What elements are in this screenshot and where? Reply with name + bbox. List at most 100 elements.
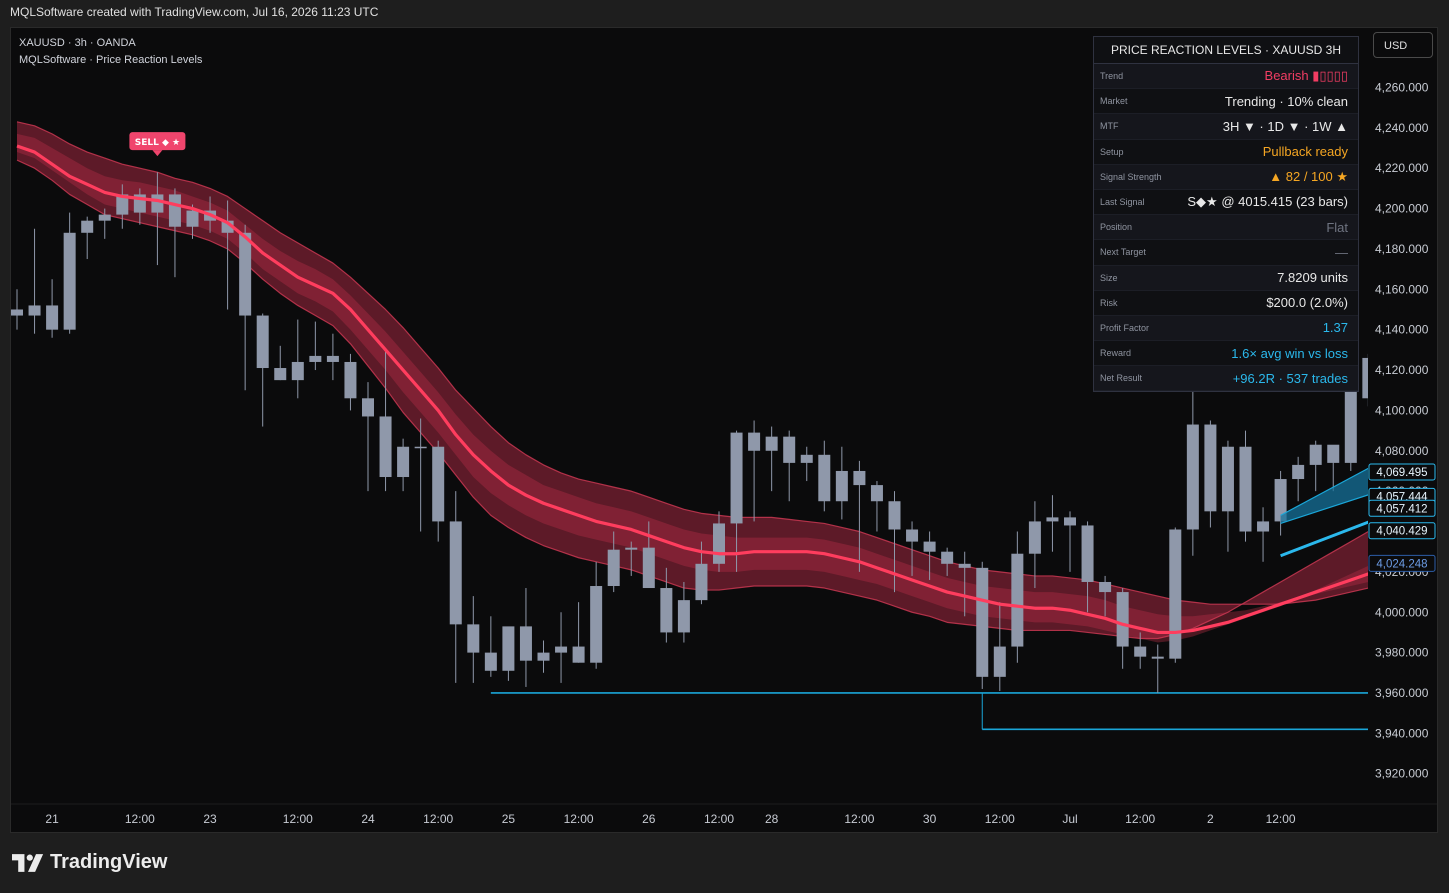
dashboard-row-label: Risk <box>1100 297 1118 308</box>
price-axis-tick: 4,260.000 <box>1375 80 1429 94</box>
candle-body <box>765 436 778 451</box>
legend-indicator[interactable]: MQLSoftware · Price Reaction Levels <box>19 52 202 69</box>
chart-area[interactable]: SELL ◆ ★ 3,920.000 3,940.000 3,960.000 3,980… <box>10 27 1438 833</box>
dashboard-row-label: Last Signal <box>1100 197 1145 208</box>
indicator-dashboard: PRICE REACTION LEVELS · XAUUSD 3H Trend B… <box>1093 36 1359 393</box>
candle-body <box>414 446 427 449</box>
candle-body <box>379 416 392 478</box>
price-axis-tick: 4,080.000 <box>1375 444 1429 458</box>
dashboard-row-label: Size <box>1100 272 1118 283</box>
time-axis-tick: 12:00 <box>1266 812 1296 826</box>
time-axis-tick: 12:00 <box>704 812 734 826</box>
candle-body <box>1221 446 1234 512</box>
currency-button[interactable]: USD <box>1373 32 1433 58</box>
time-axis-tick: Jul <box>1062 812 1077 826</box>
candle-body <box>1046 517 1059 522</box>
dashboard-row: Last Signal S◆★ @ 4015.415 (23 bars) <box>1094 190 1358 216</box>
candle-body <box>168 194 181 227</box>
dashboard-row-value: S◆★ @ 4015.415 (23 bars) <box>1187 194 1348 210</box>
dashboard-row: Reward 1.6× avg win vs loss <box>1094 341 1358 367</box>
candle-body <box>467 624 480 653</box>
candle-body <box>432 446 445 522</box>
time-axis-tick: 12:00 <box>125 812 155 826</box>
candle-body <box>1134 646 1147 657</box>
candle-body <box>941 551 954 564</box>
price-tag-text: 4,040.429 <box>1376 526 1427 538</box>
candle-body <box>870 485 883 502</box>
dashboard-row-value: +96.2R · 537 trades <box>1232 370 1348 386</box>
time-axis-tick: 12:00 <box>564 812 594 826</box>
candle-body <box>46 305 59 330</box>
dashboard-row-label: Setup <box>1100 146 1124 157</box>
time-axis-tick: 12:00 <box>1125 812 1155 826</box>
time-axis-tick: 23 <box>203 812 217 826</box>
candle-body <box>151 194 164 213</box>
candle-body <box>344 361 357 399</box>
price-axis-tick: 4,140.000 <box>1375 323 1429 337</box>
candle-body <box>519 626 532 661</box>
dashboard-row-label: Net Result <box>1100 373 1143 384</box>
dashboard-row: Next Target — <box>1094 240 1358 266</box>
candle-body <box>274 368 287 381</box>
dashboard-row-label: Next Target <box>1100 247 1146 258</box>
candle-body <box>1169 529 1182 659</box>
dashboard-row-value: 1.37 <box>1322 320 1348 336</box>
price-axis-tick: 3,960.000 <box>1375 686 1429 700</box>
candle-body <box>555 646 568 653</box>
dashboard-row-value: $200.0 (2.0%) <box>1266 295 1348 311</box>
dashboard-row-label: Profit Factor <box>1100 322 1150 333</box>
candle-body <box>239 232 252 316</box>
candle-body <box>1028 521 1041 554</box>
dashboard-row-label: Trend <box>1100 71 1124 82</box>
dashboard-row-label: Reward <box>1100 348 1132 359</box>
time-axis-tick: 21 <box>45 812 59 826</box>
dashboard-row: Profit Factor 1.37 <box>1094 315 1358 342</box>
legend-symbol[interactable]: XAUUSD · 3h · OANDA <box>19 35 202 52</box>
dashboard-row: Setup Pullback ready <box>1094 140 1358 165</box>
candle-body <box>800 454 813 463</box>
dashboard-row: Trend Bearish ▮▯▯▯▯ <box>1094 64 1358 90</box>
candle-body <box>835 470 848 502</box>
price-axis-tick: 3,980.000 <box>1375 646 1429 660</box>
dashboard-row: MTF 3H ▼ · 1D ▼ · 1W ▲ <box>1094 114 1358 140</box>
dashboard-row-label: Market <box>1100 96 1128 107</box>
dashboard-row: Risk $200.0 (2.0%) <box>1094 291 1358 316</box>
price-axis-tick: 4,100.000 <box>1375 403 1429 417</box>
price-axis-tick: 4,160.000 <box>1375 282 1429 296</box>
candle-body <box>713 523 725 564</box>
dashboard-row-value: ▲ 82 / 100 ★ <box>1269 168 1348 184</box>
price-axis-tick: 4,220.000 <box>1375 161 1429 175</box>
chart-header-text: MQLSoftware created with TradingView.com… <box>10 5 379 19</box>
candle-body <box>28 305 41 316</box>
price-axis-tick: 4,180.000 <box>1375 242 1429 256</box>
candle-body <box>730 432 743 524</box>
candle-body <box>853 470 866 486</box>
time-axis-tick: 24 <box>361 812 375 826</box>
price-tag-text: 4,024.248 <box>1376 558 1427 570</box>
dashboard-row-value: Bearish ▮▯▯▯▯ <box>1264 68 1348 84</box>
sell-signal-pointer <box>152 150 163 157</box>
candle-body <box>590 586 603 663</box>
time-axis-tick: 25 <box>502 812 516 826</box>
price-axis-tick: 3,920.000 <box>1375 767 1429 781</box>
candle-body <box>1204 424 1217 512</box>
candle-body <box>1064 517 1076 526</box>
candle-body <box>291 361 304 381</box>
candle-body <box>326 355 339 362</box>
candle-body <box>677 600 690 633</box>
candle-body <box>397 446 410 478</box>
candle-body <box>1186 424 1199 530</box>
tradingview-logo-icon <box>12 853 44 872</box>
time-axis-tick: 30 <box>923 812 937 826</box>
dashboard-row: Market Trending · 10% clean <box>1094 89 1358 115</box>
candle-body <box>1151 656 1164 659</box>
dashboard-row-value: 3H ▼ · 1D ▼ · 1W ▲ <box>1222 118 1348 134</box>
candle-body <box>906 529 919 542</box>
dashboard-row-value: Flat <box>1326 219 1348 235</box>
dashboard-title: PRICE REACTION LEVELS · XAUUSD 3H <box>1094 37 1358 64</box>
candle-body <box>1011 553 1024 647</box>
candle-body <box>11 309 23 316</box>
dashboard-row-label: Position <box>1100 222 1133 233</box>
price-axis-tick: 4,240.000 <box>1375 121 1429 135</box>
tradingview-logo[interactable]: TradingView <box>12 851 167 874</box>
